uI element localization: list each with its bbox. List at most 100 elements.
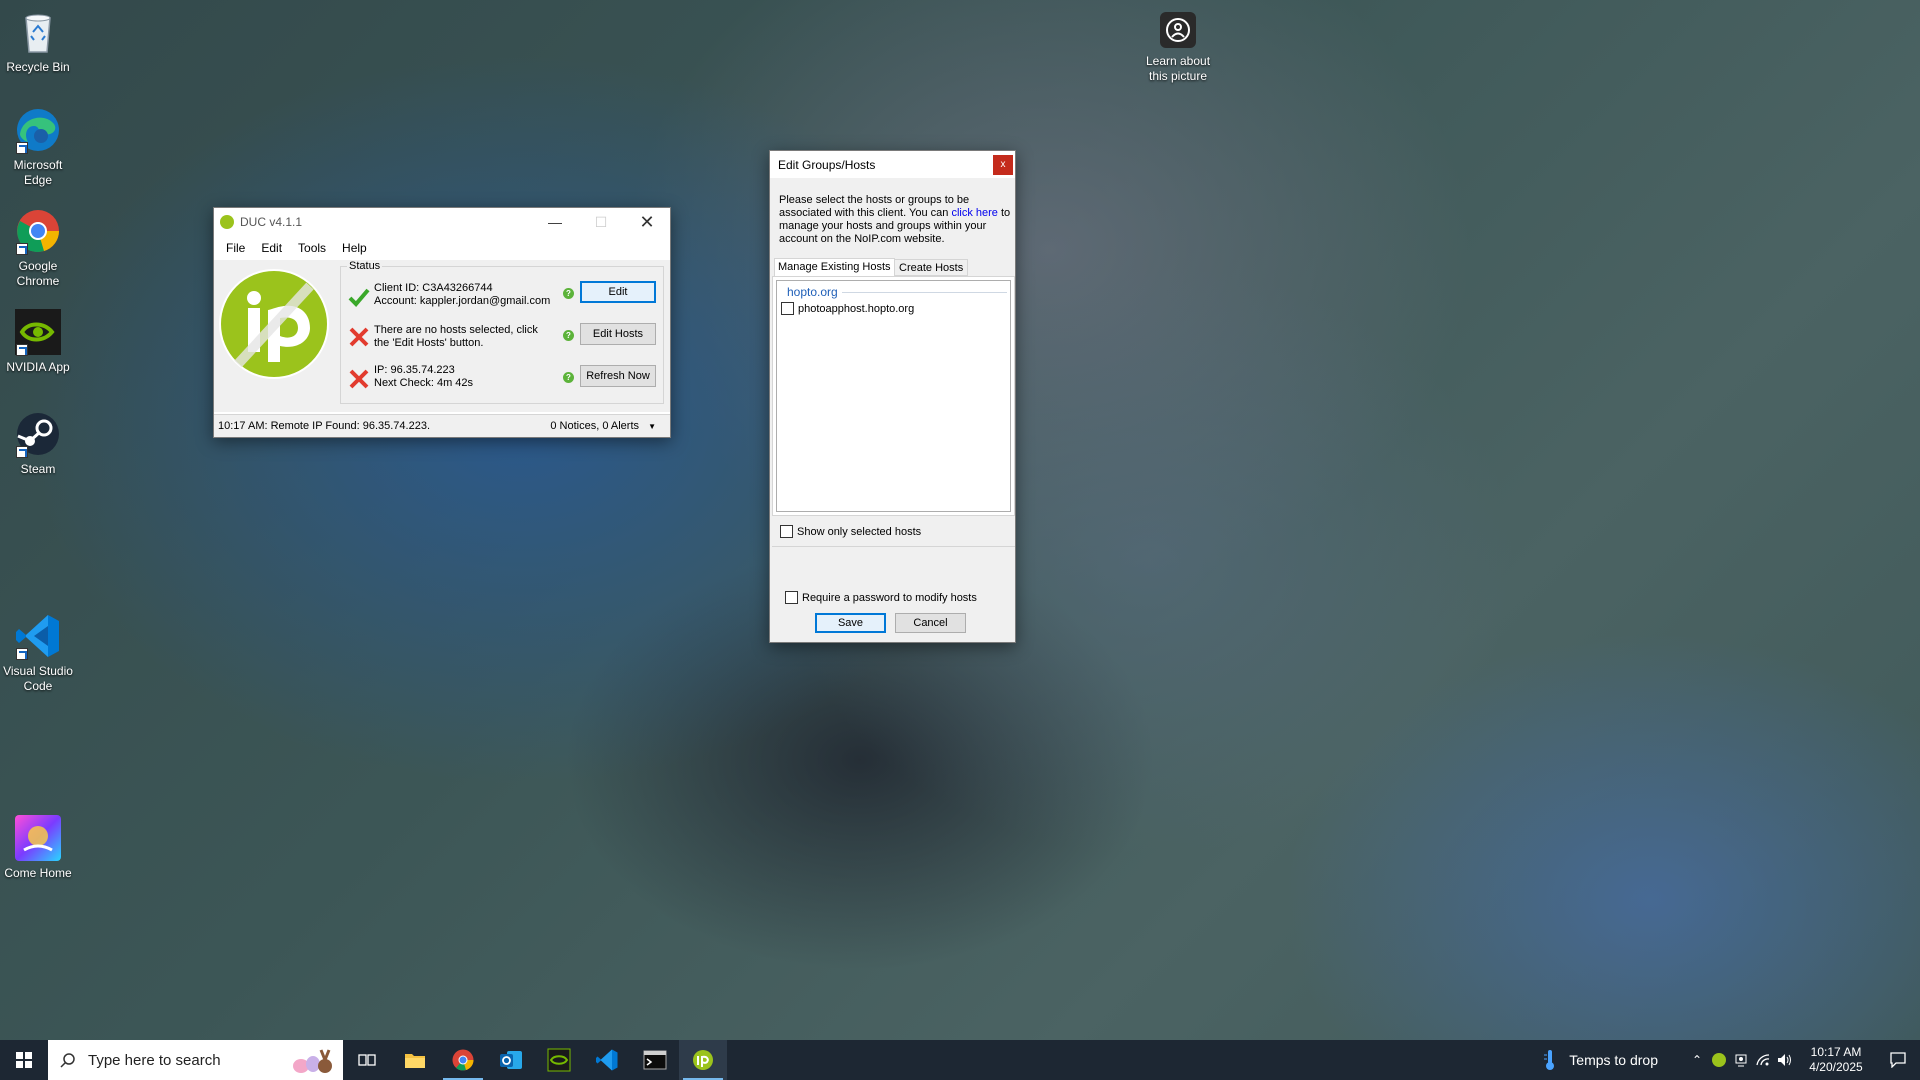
taskbar-duc[interactable] <box>679 1040 727 1080</box>
learn-about-picture[interactable]: Learn about this picture <box>1140 10 1216 84</box>
folder-icon <box>405 1054 425 1068</box>
desktop-icon-chrome[interactable]: Google Chrome <box>0 207 76 289</box>
host-name: photoapphost.hopto.org <box>798 302 915 315</box>
weather-widget[interactable]: Temps to drop <box>1543 1049 1658 1071</box>
show-selected-checkbox[interactable] <box>780 525 793 538</box>
dialog-titlebar[interactable]: Edit Groups/Hosts x <box>770 151 1015 178</box>
search-icon <box>60 1053 75 1068</box>
clock-date: 4/20/2025 <box>1809 1060 1863 1074</box>
taskbar: Type here to search Temps to drop ⌃ 10:1… <box>0 1040 1920 1080</box>
status-row-account: Client ID: C3A43266744 Account: kappler.… <box>348 278 660 312</box>
host-list-item[interactable]: photoapphost.hopto.org <box>781 302 914 315</box>
windows-logo-icon <box>16 1052 32 1068</box>
tray-clock[interactable]: 10:17 AM 4/20/2025 <box>1796 1045 1876 1075</box>
help-icon[interactable]: ? <box>563 330 574 341</box>
noip-tray-icon <box>1712 1053 1726 1067</box>
account-text: Account: kappler.jordan@gmail.com <box>374 295 551 307</box>
tab-create-hosts[interactable]: Create Hosts <box>894 259 969 276</box>
thermometer-icon <box>1544 1050 1555 1070</box>
tab-manage-existing-hosts[interactable]: Manage Existing Hosts <box>774 258 895 276</box>
desktop-icon-nvidia[interactable]: NVIDIA App <box>0 308 76 375</box>
search-highlight-image <box>291 1046 333 1074</box>
require-password-option[interactable]: Require a password to modify hosts <box>785 591 977 604</box>
show-selected-option[interactable]: Show only selected hosts <box>780 525 921 538</box>
taskbar-vscode[interactable] <box>583 1040 631 1080</box>
group-divider <box>841 291 1007 293</box>
help-icon[interactable]: ? <box>563 288 574 299</box>
tray-duc[interactable] <box>1708 1053 1730 1067</box>
duc-statusbar: 10:17 AM: Remote IP Found: 96.35.74.223.… <box>214 414 670 437</box>
nvidia-icon <box>14 308 62 356</box>
wifi-icon <box>1756 1054 1770 1066</box>
desktop-icon-label: Google Chrome <box>16 259 60 288</box>
duc-titlebar[interactable]: DUC v4.1.1 — ☐ ✕ <box>214 208 670 236</box>
tray-volume[interactable] <box>1774 1053 1796 1067</box>
status-row-ip: IP: 96.35.74.223 Next Check: 4m 42s ? Re… <box>348 362 660 396</box>
duc-app-icon <box>220 215 234 229</box>
menu-tools[interactable]: Tools <box>290 241 334 255</box>
learn-about-picture-label: Learn about this picture <box>1145 54 1211 83</box>
desktop-icon-steam[interactable]: Steam <box>0 410 76 477</box>
hosts-warning-line1: There are no hosts selected, click <box>374 324 538 336</box>
dialog-separator <box>772 546 1015 547</box>
cancel-button[interactable]: Cancel <box>895 613 966 633</box>
manage-hosts-panel: hopto.org photoapphost.hopto.org <box>772 276 1015 516</box>
hosts-warning-line2: the 'Edit Hosts' button. <box>374 337 484 349</box>
clock-time: 10:17 AM <box>1810 1045 1862 1059</box>
desktop-icon-label: Recycle Bin <box>6 60 70 74</box>
duc-title: DUC v4.1.1 <box>240 215 303 229</box>
shortcut-arrow-icon <box>16 446 28 458</box>
duc-window: DUC v4.1.1 — ☐ ✕ File Edit Tools Help St… <box>213 207 671 438</box>
error-x-icon <box>349 327 369 347</box>
group-header-hopto: hopto.org <box>787 285 838 299</box>
maximize-button[interactable]: ☐ <box>578 208 624 236</box>
taskbar-outlook[interactable] <box>487 1040 535 1080</box>
click-here-link[interactable]: click here <box>951 207 997 219</box>
action-center-button[interactable] <box>1876 1052 1920 1068</box>
edit-account-button[interactable]: Edit <box>580 281 656 303</box>
vscode-icon <box>596 1049 618 1071</box>
outlook-icon <box>500 1051 522 1069</box>
help-icon[interactable]: ? <box>563 372 574 383</box>
taskbar-search-box[interactable]: Type here to search <box>48 1040 343 1080</box>
desktop-icon-vscode[interactable]: Visual Studio Code <box>0 612 76 694</box>
require-password-checkbox[interactable] <box>785 591 798 604</box>
dialog-close-button[interactable]: x <box>993 154 1013 175</box>
show-hidden-icons-button[interactable]: ⌃ <box>1686 1053 1708 1067</box>
tray-network[interactable] <box>1752 1053 1774 1067</box>
desktop-icon-recycle-bin[interactable]: Recycle Bin <box>0 8 76 75</box>
edit-groups-hosts-dialog: Edit Groups/Hosts x Please select the ho… <box>769 150 1016 643</box>
task-view-button[interactable] <box>343 1040 391 1080</box>
come-home-game-icon <box>14 814 62 862</box>
taskbar-terminal[interactable] <box>631 1040 679 1080</box>
close-button[interactable]: ✕ <box>624 208 670 236</box>
menu-file[interactable]: File <box>218 241 253 255</box>
steam-icon <box>14 410 62 458</box>
menu-edit[interactable]: Edit <box>253 241 290 255</box>
edit-hosts-button[interactable]: Edit Hosts <box>580 323 656 345</box>
taskbar-nvidia[interactable] <box>535 1040 583 1080</box>
host-checkbox[interactable] <box>781 302 794 315</box>
shortcut-arrow-icon <box>16 142 28 154</box>
tray-meet-now[interactable] <box>1730 1053 1752 1067</box>
minimize-button[interactable]: — <box>532 208 578 236</box>
chevron-up-icon: ⌃ <box>1691 1053 1703 1067</box>
notification-icon <box>1890 1052 1906 1068</box>
notices-dropdown[interactable]: 0 Notices, 0 Alerts ▼ <box>550 420 670 432</box>
taskbar-file-explorer[interactable] <box>391 1040 439 1080</box>
status-row-hosts: There are no hosts selected, click the '… <box>348 320 660 354</box>
checkmark-icon <box>348 288 370 307</box>
shortcut-arrow-icon <box>16 344 28 356</box>
menu-help[interactable]: Help <box>334 241 375 255</box>
taskbar-chrome[interactable] <box>439 1040 487 1080</box>
error-x-icon <box>349 369 369 389</box>
refresh-now-button[interactable]: Refresh Now <box>580 365 656 387</box>
webcam-icon <box>1735 1054 1747 1067</box>
desktop-icon-come-home[interactable]: Come Home <box>0 814 76 881</box>
start-button[interactable] <box>0 1040 48 1080</box>
recycle-bin-icon <box>14 8 62 56</box>
chrome-icon <box>452 1049 474 1071</box>
noip-logo <box>218 268 330 380</box>
desktop-icon-edge[interactable]: Microsoft Edge <box>0 106 76 188</box>
save-button[interactable]: Save <box>815 613 886 633</box>
